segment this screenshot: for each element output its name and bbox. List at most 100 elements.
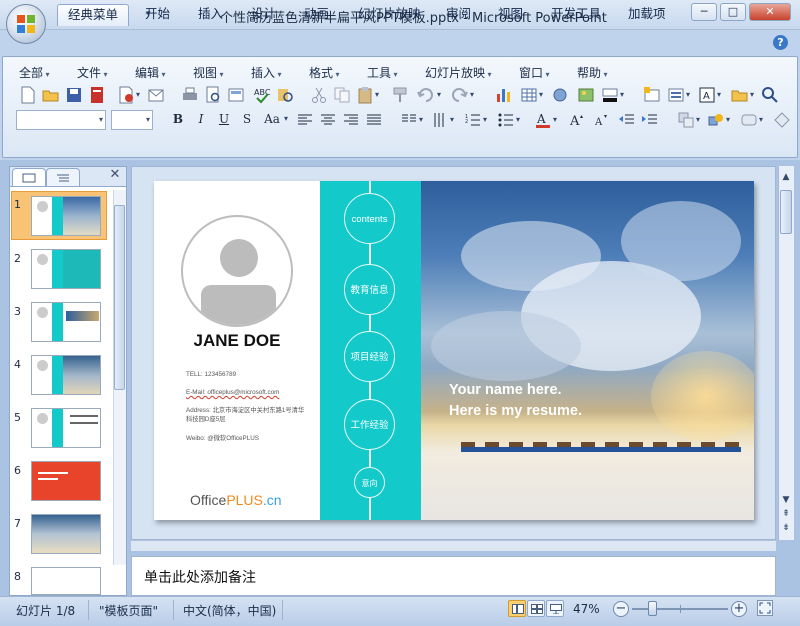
tab-slideshow[interactable]: 幻灯片放映 (348, 4, 431, 26)
permission-dropdown-icon[interactable]: ▾ (136, 90, 144, 100)
office-button[interactable] (6, 4, 46, 44)
slide-thumbnail-8[interactable] (31, 567, 101, 595)
save-icon[interactable] (65, 86, 83, 104)
table-dropdown-icon[interactable]: ▾ (539, 90, 547, 100)
text-direction-icon[interactable] (431, 111, 449, 129)
insert-table-icon[interactable] (520, 86, 538, 104)
textbox-dropdown-icon[interactable]: ▾ (717, 90, 725, 100)
slide-layout-icon[interactable] (227, 86, 245, 104)
tab-animations[interactable]: 动画 (294, 4, 339, 26)
copy-icon[interactable] (333, 86, 351, 104)
shrink-font-icon[interactable]: A▾ (592, 111, 610, 129)
find-icon[interactable] (761, 86, 779, 104)
shape-effects-icon[interactable] (773, 111, 791, 129)
folder-icon[interactable] (731, 86, 749, 104)
tab-view[interactable]: 视图 (488, 4, 533, 26)
cut-icon[interactable] (310, 86, 328, 104)
clip-art-icon[interactable] (551, 86, 569, 104)
shapes-icon[interactable] (707, 111, 725, 129)
slide-canvas[interactable]: JANE DOE TELL: 123456789 E-Mail: officep… (154, 181, 754, 520)
pane-close-icon[interactable]: ✕ (108, 168, 122, 182)
slide-thumbnail-7[interactable] (31, 514, 101, 554)
slide-thumbnail-1[interactable] (31, 196, 101, 236)
normal-view-button[interactable] (508, 600, 526, 617)
fill-color-icon[interactable] (601, 86, 619, 104)
zoom-slider-knob[interactable] (648, 601, 657, 616)
slides-pane-scroll-thumb[interactable] (114, 205, 125, 390)
italic-button[interactable]: I (191, 109, 211, 129)
columns-dropdown-icon[interactable]: ▾ (419, 115, 427, 125)
open-folder-icon[interactable] (42, 86, 60, 104)
maximize-button[interactable]: □ (720, 3, 746, 21)
theme-name[interactable]: "模板页面" (99, 602, 158, 619)
tab-classic-menu[interactable]: 经典菜单 (57, 4, 130, 26)
change-case-button[interactable]: Aa (260, 109, 284, 129)
pdf-icon[interactable] (88, 86, 106, 104)
research-icon[interactable] (276, 86, 294, 104)
font-size-combo[interactable]: ▾ (111, 110, 153, 130)
slide-thumbnail-4[interactable] (31, 355, 101, 395)
tab-slides[interactable] (12, 168, 46, 186)
menu-help[interactable]: 帮助 (577, 64, 608, 80)
columns-icon[interactable] (400, 111, 418, 129)
fit-to-window-button[interactable] (757, 600, 773, 616)
quick-styles-dropdown-icon[interactable]: ▾ (759, 115, 767, 125)
slide-thumbnail-2[interactable] (31, 249, 101, 289)
help-icon[interactable]: ? (773, 35, 788, 50)
decrease-indent-icon[interactable] (618, 111, 636, 129)
new-document-icon[interactable] (19, 86, 37, 104)
shadow-button[interactable]: S (237, 109, 257, 129)
slide-thumbnail-6[interactable] (31, 461, 101, 501)
format-painter-icon[interactable] (391, 86, 409, 104)
previous-slide-icon[interactable]: ⇞ (779, 507, 793, 521)
tab-home[interactable]: 开始 (135, 4, 180, 26)
insert-chart-icon[interactable] (495, 86, 513, 104)
language-indicator[interactable]: 中文(简体，中国) (183, 602, 276, 619)
textbox-icon[interactable]: A (698, 86, 716, 104)
redo-dropdown-icon[interactable]: ▾ (470, 90, 478, 100)
slide-horizontal-scrollbar[interactable] (131, 540, 776, 551)
slide-scroll-thumb[interactable] (780, 190, 792, 234)
tab-design[interactable]: 设计 (241, 4, 286, 26)
menu-window[interactable]: 窗口 (519, 64, 550, 80)
scroll-up-icon[interactable]: ▲ (779, 170, 793, 184)
numbering-dropdown-icon[interactable]: ▾ (483, 115, 491, 125)
arrange-icon[interactable] (677, 111, 695, 129)
paste-icon[interactable] (356, 86, 374, 104)
slide-sorter-view-button[interactable] (527, 600, 545, 617)
bullets-dropdown-icon[interactable]: ▾ (516, 115, 524, 125)
menu-view[interactable]: 视图 (193, 64, 224, 80)
undo-icon[interactable] (417, 86, 435, 104)
quick-styles-icon[interactable] (740, 111, 758, 129)
permission-icon[interactable] (117, 86, 135, 104)
notes-pane[interactable]: 单击此处添加备注 (131, 556, 776, 596)
layout-icon[interactable] (667, 86, 685, 104)
slide-thumbnail-5[interactable] (31, 408, 101, 448)
shapes-dropdown-icon[interactable]: ▾ (726, 115, 734, 125)
underline-button[interactable]: U (214, 109, 234, 129)
zoom-level[interactable]: 47% (573, 602, 600, 616)
slide-thumbnail-3[interactable] (31, 302, 101, 342)
email-icon[interactable] (147, 86, 165, 104)
menu-all[interactable]: 全部 (19, 64, 50, 80)
menu-file[interactable]: 文件 (77, 64, 108, 80)
justify-icon[interactable] (365, 111, 383, 129)
font-color-icon[interactable]: A (534, 111, 552, 129)
menu-edit[interactable]: 编辑 (135, 64, 166, 80)
font-name-combo[interactable]: ▾ (16, 110, 106, 130)
bold-button[interactable]: B (168, 109, 188, 129)
align-left-icon[interactable] (296, 111, 314, 129)
tab-addins[interactable]: 加载项 (618, 4, 676, 26)
menu-insert[interactable]: 插入 (251, 64, 282, 80)
menu-tools[interactable]: 工具 (367, 64, 398, 80)
spelling-icon[interactable]: ABC (253, 86, 271, 104)
menu-slideshow[interactable]: 幻灯片放映 (425, 64, 492, 80)
paste-dropdown-icon[interactable]: ▾ (375, 90, 383, 100)
new-slide-icon[interactable] (643, 86, 661, 104)
grow-font-icon[interactable]: A ▴ (568, 111, 586, 129)
numbering-icon[interactable]: 12 (464, 111, 482, 129)
scroll-down-icon[interactable]: ▼ (779, 493, 793, 507)
zoom-in-button[interactable]: + (731, 601, 747, 617)
tab-review[interactable]: 审阅 (436, 4, 481, 26)
menu-format[interactable]: 格式 (309, 64, 340, 80)
